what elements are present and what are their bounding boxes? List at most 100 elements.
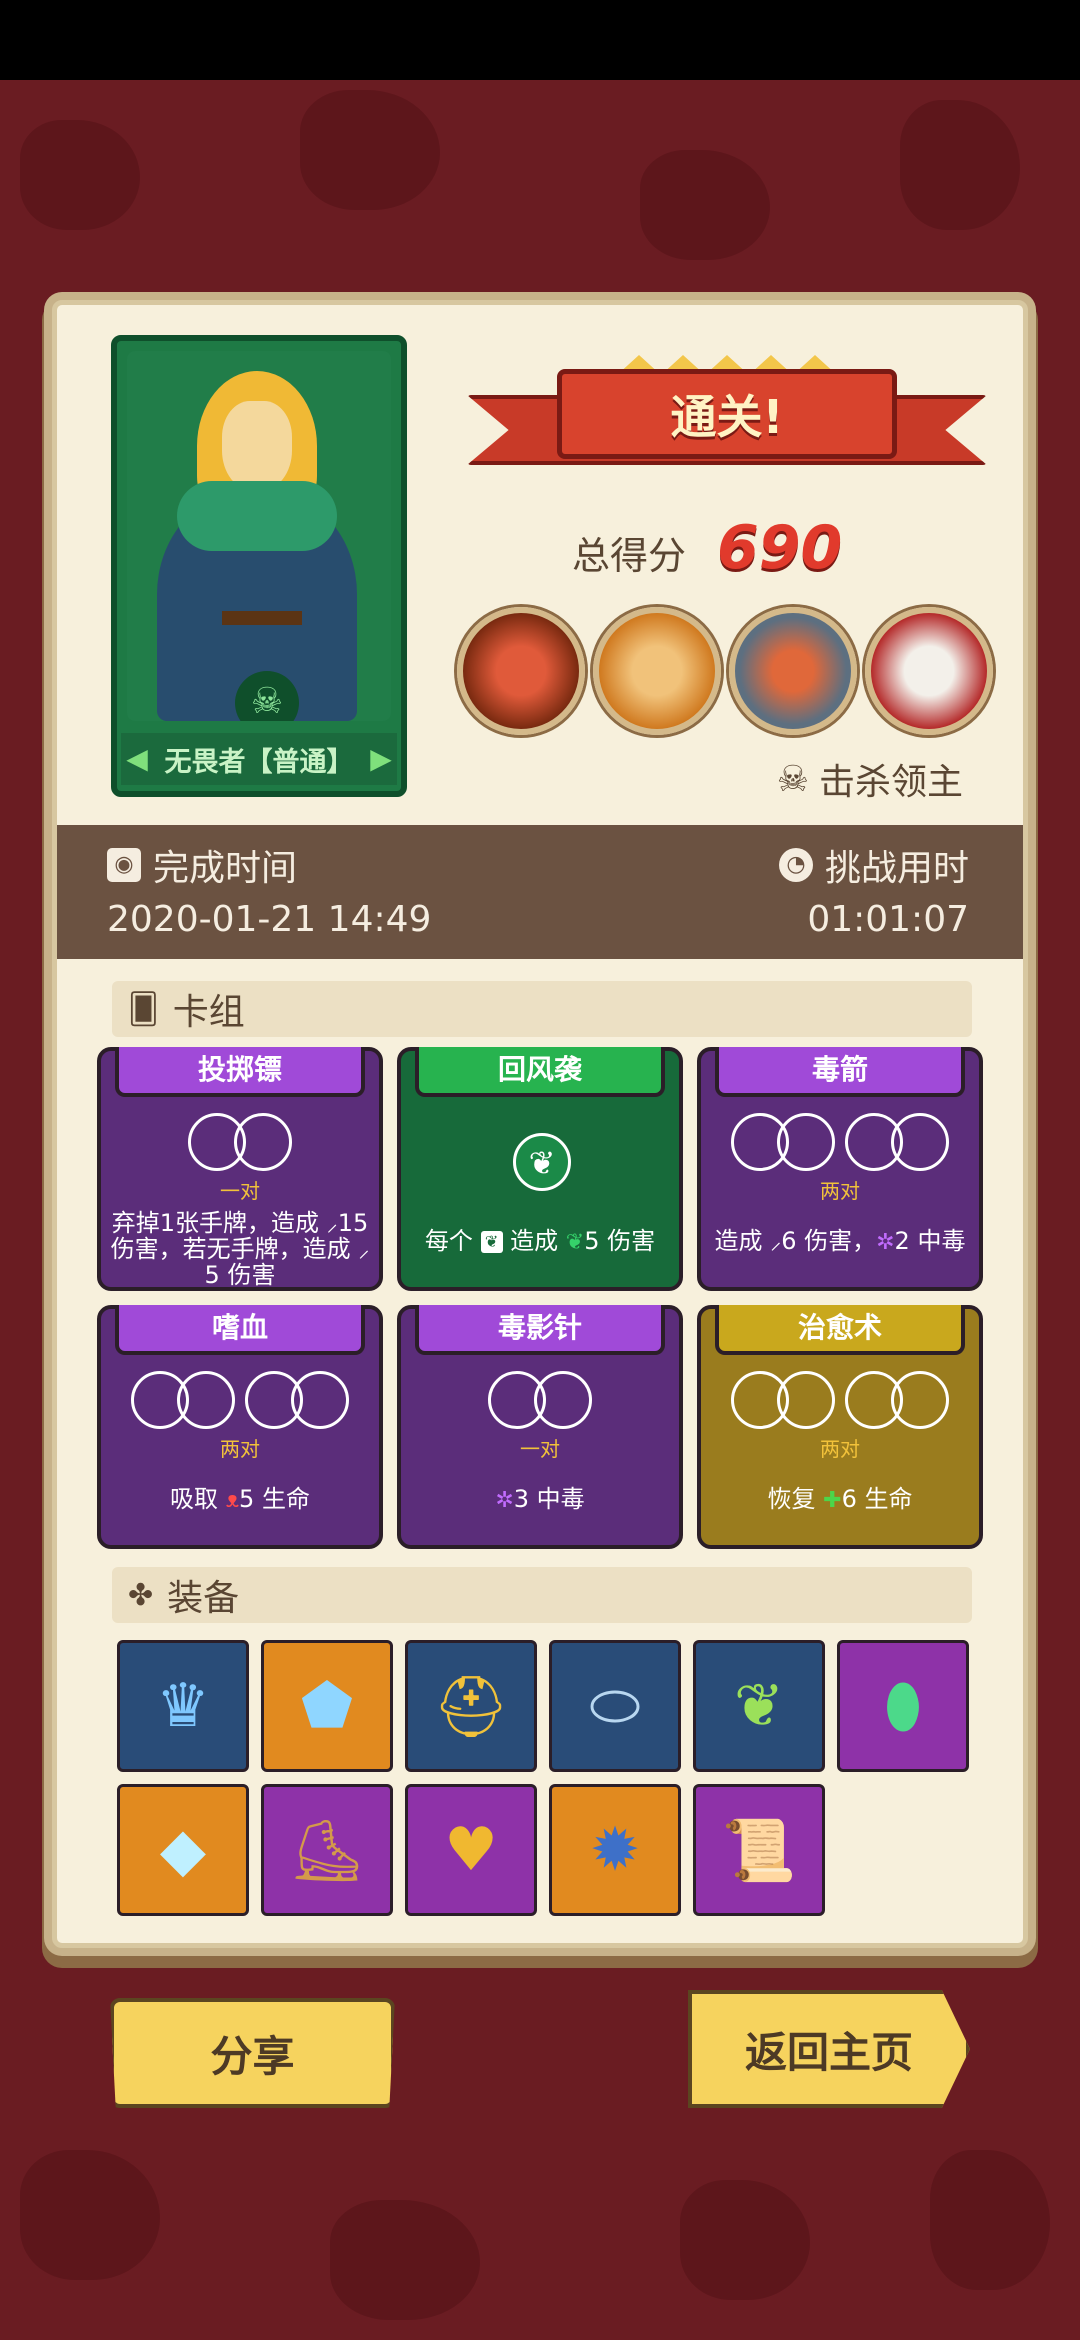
skill-card[interactable]: 回风袭 ❦ 每个 ❦ 造成 ❦5 伤害 (397, 1047, 683, 1291)
finish-time-text: 完成时间 (153, 848, 298, 889)
equipment-section-header: ✤ 装备 (112, 1567, 972, 1623)
hero-scarf (177, 481, 337, 551)
skill-card-title: 投掷镖 (115, 1047, 365, 1097)
equipment-section-title: 装备 (167, 1578, 240, 1619)
crown-icon[interactable]: ♛ (117, 1640, 249, 1772)
dice-slot (234, 1113, 292, 1171)
boss-avatar (457, 607, 585, 735)
skill-card-desc: 造成 ⸝6 伤害，✲2 中毒 (714, 1227, 966, 1256)
skill-card-title: 治愈术 (715, 1305, 965, 1355)
calendar-icon: ◉ (107, 848, 141, 882)
blade-icon: ⸝ (770, 1230, 782, 1255)
skill-card[interactable]: 嗜血 两对 吸取 ᴥ5 生命 (97, 1305, 383, 1549)
background-shape (20, 2150, 160, 2280)
fangs-icon: ᴥ (225, 1488, 240, 1513)
dice-slot (291, 1371, 349, 1429)
hero-belt (222, 611, 302, 625)
result-panel: ☠ ◀ 无畏者【普通】 ▶ 通关! 总得分 690 ☠ 击杀领主 ◉ 完成时间 … (52, 300, 1028, 1948)
skill-card-desc: 弃掉1张手牌，造成 ⸝15 伤害，若无手牌，造成 ⸝ 5 伤害 (110, 1209, 370, 1289)
skill-card-desc: 吸取 ᴥ5 生命 (170, 1485, 310, 1514)
blade-icon: ⸝ (326, 1212, 338, 1237)
skill-card[interactable]: 治愈术 两对 恢复 ✚6 生命 (697, 1305, 983, 1549)
heart-amulet-icon[interactable]: ♥ (405, 1784, 537, 1916)
share-button[interactable]: 分享 (110, 1998, 395, 2108)
finish-time-label: ◉ 完成时间 (107, 839, 297, 891)
clear-banner: 通关! (467, 355, 987, 475)
skill-card-desc: 每个 ❦ 造成 ❦5 伤害 (424, 1227, 656, 1256)
green-gem-icon[interactable]: ⬮ (837, 1640, 969, 1772)
skill-card-title: 嗜血 (115, 1305, 365, 1355)
duration-text: 挑战用时 (824, 848, 969, 889)
skill-card[interactable]: 投掷镖 一对 弃掉1张手牌，造成 ⸝15 伤害，若无手牌，造成 ⸝ 5 伤害 (97, 1047, 383, 1291)
boss-avatar (865, 607, 993, 735)
background-shape (300, 90, 440, 210)
skill-card-title: 毒影针 (415, 1305, 665, 1355)
stopwatch-icon: ◔ (778, 848, 813, 882)
hero-face (222, 401, 292, 491)
score-label: 总得分 (572, 534, 687, 578)
bandage-icon[interactable]: ⬭ (549, 1640, 681, 1772)
boss-avatar (729, 607, 857, 735)
dice-slots (401, 1371, 679, 1429)
arrow-right-icon[interactable]: ▶ (367, 733, 395, 785)
dice-slot (177, 1371, 235, 1429)
blade-icon: ⸝ (358, 1238, 370, 1263)
cards-icon: 🂠 (128, 991, 159, 1027)
dice-slot (777, 1113, 835, 1171)
slot-caption: 一对 (220, 1179, 260, 1203)
card-icon: ❦ (480, 1231, 503, 1253)
skill-card-title: 毒箭 (715, 1047, 965, 1097)
background-shape (640, 150, 770, 260)
dice-slots (701, 1371, 979, 1429)
arrow-left-icon[interactable]: ◀ (123, 733, 151, 785)
deck-section-header: 🂠 卡组 (112, 981, 972, 1037)
dice-slot (534, 1371, 592, 1429)
background-shape (930, 2150, 1050, 2290)
duration-value: 01:01:07 (807, 899, 969, 940)
leaf-icon[interactable]: ❦ (693, 1640, 825, 1772)
shield-icon[interactable]: ⬟ (261, 1640, 393, 1772)
boot-icon[interactable]: ⛸ (261, 1784, 393, 1916)
finish-time-value: 2020-01-21 14:49 (107, 899, 432, 940)
spiked-ball-icon[interactable]: ✹ (549, 1784, 681, 1916)
leaf-icon: ❦ (565, 1230, 585, 1255)
return-home-button[interactable]: 返回主页 (688, 1990, 970, 2108)
score-value: 690 (717, 513, 843, 583)
deck-section-title: 卡组 (172, 992, 245, 1033)
background-shape (20, 120, 140, 230)
duration-label: ◔ 挑战用时 (778, 839, 969, 891)
background-shape (330, 2200, 480, 2320)
time-band: ◉ 完成时间 ◔ 挑战用时 2020-01-21 14:49 01:01:07 (57, 825, 1023, 959)
poison-icon: ✲ (876, 1230, 895, 1255)
hero-card: ☠ ◀ 无畏者【普通】 ▶ (111, 335, 407, 797)
slot-caption: 一对 (520, 1437, 560, 1461)
hero-name-bar: ◀ 无畏者【普通】 ▶ (121, 733, 397, 785)
dice-slot (891, 1113, 949, 1171)
gear-pieces-icon: ✤ (128, 1577, 154, 1613)
boss-kill-label: ☠ 击杀领主 (777, 753, 963, 805)
hero-portrait: ☠ (127, 351, 391, 721)
horned-skull-icon: ☠ (776, 758, 809, 800)
skill-card-title: 回风袭 (415, 1047, 665, 1097)
poison-icon: ✲ (495, 1488, 514, 1513)
dice-slots (101, 1371, 379, 1429)
skill-card[interactable]: 毒影针 一对 ✲3 中毒 (397, 1305, 683, 1549)
skill-card[interactable]: 毒箭 两对 造成 ⸝6 伤害，✲2 中毒 (697, 1047, 983, 1291)
dice-slot (777, 1371, 835, 1429)
diamond-icon[interactable]: ◆ (117, 1784, 249, 1916)
scroll-icon[interactable]: 📜 (693, 1784, 825, 1916)
slot-caption: 两对 (220, 1437, 260, 1461)
helmet-icon[interactable]: ⛑ (405, 1640, 537, 1772)
dice-slots (101, 1113, 379, 1171)
heal-plus-icon: ✚ (823, 1488, 842, 1513)
boss-avatar (593, 607, 721, 735)
status-bar (0, 0, 1080, 80)
boss-kill-text: 击杀领主 (818, 762, 963, 803)
skill-card-desc: 恢复 ✚6 生命 (767, 1485, 913, 1514)
background-shape (680, 2180, 810, 2300)
skill-card-desc: ✲3 中毒 (495, 1485, 585, 1514)
dice-slots (701, 1113, 979, 1171)
leaf-emblem-icon: ❦ (513, 1133, 571, 1191)
hero-name: 无畏者【普通】 (164, 746, 354, 778)
background-shape (900, 100, 1020, 230)
